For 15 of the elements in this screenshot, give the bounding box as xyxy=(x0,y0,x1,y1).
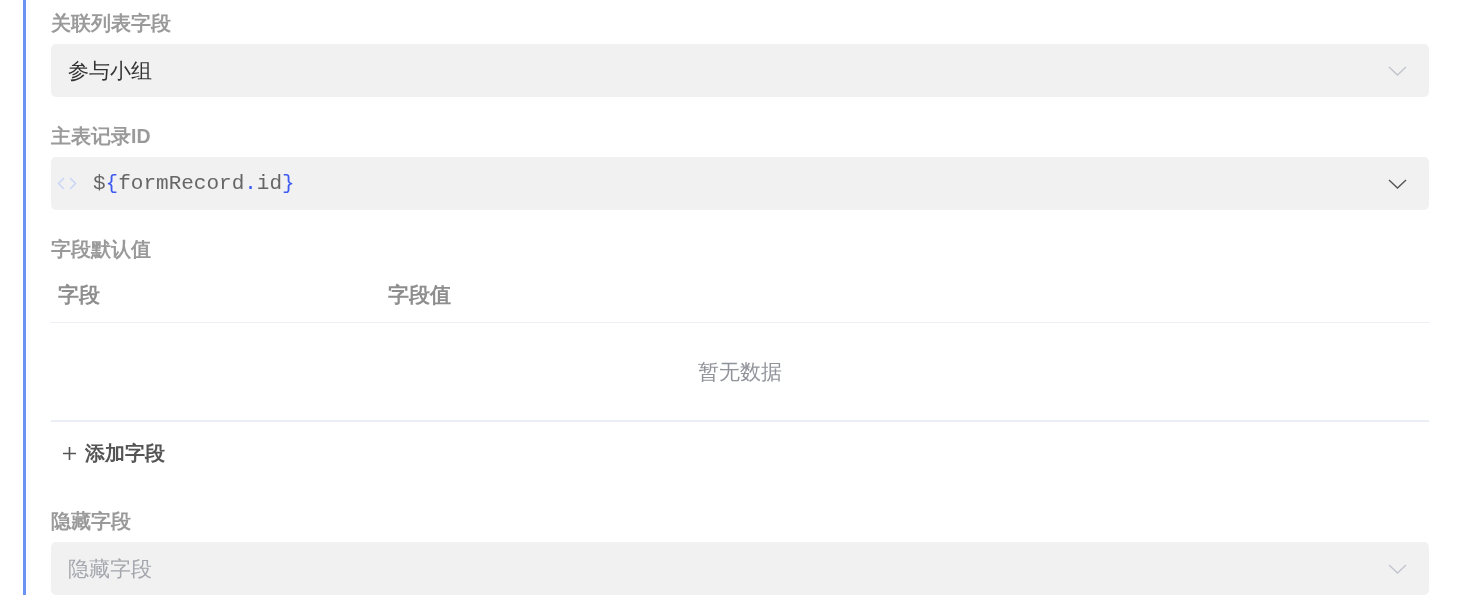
chevron-down-icon xyxy=(1388,65,1407,76)
chevron-down-icon xyxy=(1388,563,1407,574)
column-header: 字段 xyxy=(58,282,100,308)
add-field-button[interactable]: 添加字段 xyxy=(55,433,173,473)
code-icon xyxy=(57,177,77,190)
chevron-down-icon xyxy=(1388,178,1407,189)
field-label: 主表记录ID xyxy=(51,124,151,149)
plus-icon xyxy=(63,446,76,460)
field-label: 隐藏字段 xyxy=(51,509,131,534)
expression-field[interactable]: ${formRecord.id} xyxy=(51,157,1429,210)
empty-text: 暂无数据 xyxy=(698,358,782,385)
field-label: 字段默认值 xyxy=(51,237,151,262)
select-field[interactable]: 参与小组 xyxy=(51,44,1429,97)
field-label: 关联列表字段 xyxy=(51,11,171,36)
column-header: 字段值 xyxy=(388,282,451,308)
